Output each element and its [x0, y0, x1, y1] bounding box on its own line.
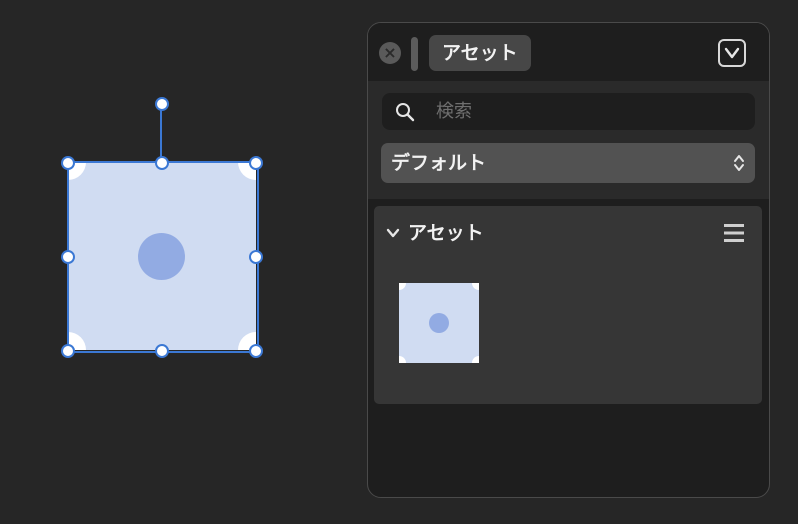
search-box[interactable]	[382, 93, 755, 130]
list-menu-icon[interactable]	[724, 223, 744, 243]
thumb-corner-cutout	[472, 356, 479, 363]
chevron-down-icon	[724, 46, 740, 60]
close-icon: ×	[383, 43, 396, 62]
resize-handle-bottom[interactable]	[155, 344, 169, 358]
shape-center-dot	[138, 233, 185, 280]
library-select-label: デフォルト	[391, 143, 486, 183]
thumb-corner-cutout	[399, 356, 406, 363]
section-toggle-chevron-icon[interactable]	[386, 228, 400, 238]
close-button[interactable]: ×	[379, 42, 401, 64]
rotation-handle[interactable]	[155, 97, 169, 111]
library-select[interactable]: デフォルト	[381, 143, 755, 183]
thumb-center-dot	[429, 313, 449, 333]
resize-handle-top-left[interactable]	[61, 156, 75, 170]
canvas[interactable]: × アセット デフォルト	[0, 0, 798, 524]
assets-panel: × アセット デフォルト	[367, 22, 770, 498]
resize-handle-bottom-left[interactable]	[61, 344, 75, 358]
resize-handle-bottom-right[interactable]	[249, 344, 263, 358]
resize-handle-top-right[interactable]	[249, 156, 263, 170]
search-icon	[395, 102, 415, 122]
panel-controls: デフォルト	[368, 81, 769, 199]
resize-handle-left[interactable]	[61, 250, 75, 264]
assets-section: アセット	[374, 206, 762, 404]
resize-handle-top[interactable]	[155, 156, 169, 170]
panel-title-tab[interactable]: アセット	[429, 35, 531, 71]
collapse-panel-button[interactable]	[718, 39, 746, 67]
resize-handle-right[interactable]	[249, 250, 263, 264]
panel-header: × アセット	[368, 23, 769, 81]
thumb-corner-cutout	[472, 283, 479, 290]
section-title[interactable]: アセット	[408, 218, 484, 248]
asset-thumbnail[interactable]	[399, 283, 479, 363]
up-down-chevron-icon	[733, 153, 745, 173]
thumb-corner-cutout	[399, 283, 406, 290]
selected-shape[interactable]	[68, 162, 256, 350]
drag-grip-icon[interactable]	[411, 37, 418, 71]
rotation-line	[160, 104, 162, 162]
search-input[interactable]	[436, 93, 736, 130]
